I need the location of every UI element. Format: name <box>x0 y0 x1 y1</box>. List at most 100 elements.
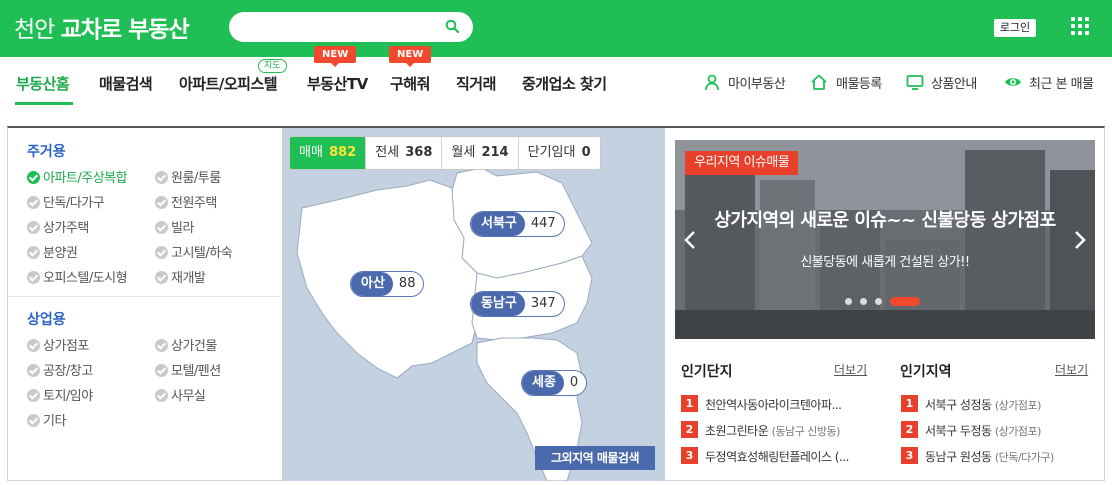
check-icon <box>155 221 168 234</box>
check-icon <box>155 389 168 402</box>
check-icon <box>27 414 40 427</box>
check-icon <box>27 389 40 402</box>
slide-dot[interactable] <box>845 298 852 305</box>
popular-region-item[interactable]: 동남구 원성동 (단독/다가구) <box>925 448 1054 465</box>
category-land[interactable]: 토지/임야 <box>27 385 93 404</box>
register-listing-link[interactable]: 매물등록 <box>836 73 882 92</box>
check-icon <box>155 196 168 209</box>
active-nav-underline <box>15 102 73 105</box>
popular-complex-title: 인기단지 <box>681 364 733 380</box>
nav-realestate-tv[interactable]: 부동산TV <box>307 73 368 94</box>
category-redevelop[interactable]: 재개발 <box>155 267 206 286</box>
site-logo[interactable]: 천안 교차로 부동산 <box>14 10 190 44</box>
category-shop[interactable]: 상가점포 <box>27 335 89 354</box>
rank-badge: 3 <box>681 447 698 464</box>
tab-monthly[interactable]: 월세 214 <box>442 137 519 169</box>
popular-complex-item[interactable]: 두정역효성해링턴플레이스 (... <box>705 448 849 465</box>
slide-dot[interactable] <box>875 298 882 305</box>
popular-region-more-link[interactable]: 더보기 <box>1055 361 1088 378</box>
category-gositel[interactable]: 고시텔/하숙 <box>155 242 233 261</box>
category-oneroom[interactable]: 원룸/투룸 <box>155 167 221 186</box>
tab-short-term[interactable]: 단기임대 0 <box>519 137 600 169</box>
rank-badge: 3 <box>901 447 918 464</box>
nav-realestate-home[interactable]: 부동산홈 <box>16 73 70 94</box>
category-villa[interactable]: 빌라 <box>155 217 194 236</box>
house-icon <box>811 74 827 90</box>
slide-indicator <box>845 297 928 306</box>
region-count: 0 <box>569 375 579 390</box>
region-pin-sejong[interactable]: 세종 0 <box>521 370 588 396</box>
category-divider <box>8 296 280 297</box>
banner-subtitle: 신불당동에 새롭게 건설된 상가!! <box>800 255 970 270</box>
check-icon <box>155 271 168 284</box>
check-icon <box>155 171 168 184</box>
category-factory[interactable]: 공장/창고 <box>27 360 93 379</box>
popular-region-item[interactable]: 서북구 두정동 (상가점포) <box>925 422 1041 439</box>
search-input[interactable] <box>229 12 473 42</box>
category-presale[interactable]: 분양권 <box>27 242 78 261</box>
category-officetel[interactable]: 오피스텔/도시형 <box>27 267 128 286</box>
popular-region-title: 인기지역 <box>900 364 952 380</box>
residential-title: 주거용 <box>27 144 66 160</box>
category-apartment[interactable]: 아파트/주상복합 <box>27 167 128 186</box>
person-icon <box>705 74 719 91</box>
nav-find-for-me[interactable]: 구해줘 <box>390 73 430 94</box>
rank-badge: 2 <box>901 421 918 438</box>
tab-sale[interactable]: 매매 882 <box>290 137 367 169</box>
next-arrow-icon[interactable] <box>1073 230 1087 250</box>
product-info-link[interactable]: 상품안내 <box>931 73 977 92</box>
category-country-house[interactable]: 전원주택 <box>155 192 217 211</box>
slide-dot[interactable] <box>860 298 867 305</box>
app-grid-icon[interactable] <box>1071 17 1089 35</box>
popular-region-item[interactable]: 서북구 성정동 (상가점포) <box>925 396 1041 413</box>
eye-icon <box>1005 78 1021 86</box>
rank-badge: 1 <box>681 395 698 412</box>
region-count: 447 <box>530 216 556 231</box>
check-icon <box>155 246 168 259</box>
banner-title[interactable]: 상가지역의 새로운 이슈~~ 신불당동 상가점포 <box>680 208 1090 234</box>
check-icon <box>27 339 40 352</box>
check-icon <box>27 246 40 259</box>
nav-find-agency[interactable]: 중개업소 찾기 <box>522 73 607 94</box>
monitor-icon <box>906 75 924 90</box>
region-pin-dongnam[interactable]: 동남구 347 <box>470 291 565 317</box>
map-badge: 지도 <box>258 59 287 73</box>
category-shop-building[interactable]: 상가건물 <box>155 335 217 354</box>
logo-brand: 교차로 부동산 <box>60 17 190 43</box>
check-icon <box>27 171 40 184</box>
category-detached[interactable]: 단독/다가구 <box>27 192 105 211</box>
new-badge-find: NEW <box>389 46 432 67</box>
category-motel[interactable]: 모텔/펜션 <box>155 360 221 379</box>
popular-complex-more-link[interactable]: 더보기 <box>834 361 867 378</box>
tab-jeonse[interactable]: 전세 368 <box>366 137 443 169</box>
deal-type-tabs: 매매 882 전세 368 월세 214 단기임대 0 <box>289 136 601 170</box>
other-region-search-button[interactable]: 그외지역 매물검색 <box>535 446 655 470</box>
region-count: 347 <box>530 296 556 311</box>
popular-complex-item[interactable]: 천안역사동아라이크텐아파... <box>705 396 842 413</box>
category-shop-house[interactable]: 상가주택 <box>27 217 89 236</box>
slide-dot-active[interactable] <box>890 297 920 306</box>
check-icon <box>27 364 40 377</box>
popular-complex-item[interactable]: 초원그린타운 (동남구 신방동) <box>705 422 840 439</box>
nav-apartment-officetel[interactable]: 아파트/오피스텔 <box>179 73 278 94</box>
region-name: 서북구 <box>471 212 525 236</box>
recent-listings-link[interactable]: 최근 본 매물 <box>1029 73 1094 92</box>
my-realestate-link[interactable]: 마이부동산 <box>728 73 786 92</box>
prev-arrow-icon[interactable] <box>683 230 697 250</box>
check-icon <box>27 196 40 209</box>
nav-direct-trade[interactable]: 직거래 <box>456 73 496 94</box>
login-button[interactable]: 로그인 <box>994 19 1036 37</box>
check-icon <box>155 364 168 377</box>
check-icon <box>27 271 40 284</box>
category-office[interactable]: 사무실 <box>155 385 206 404</box>
region-pin-seobuk[interactable]: 서북구 447 <box>470 211 565 237</box>
check-icon <box>27 221 40 234</box>
region-count: 88 <box>398 276 416 291</box>
category-etc[interactable]: 기타 <box>27 410 66 429</box>
search-icon[interactable] <box>445 19 459 33</box>
region-pin-asan[interactable]: 아산 88 <box>350 271 425 297</box>
issue-tag: 우리지역 이슈매물 <box>685 151 799 175</box>
logo-prefix: 천안 <box>14 17 55 43</box>
nav-listing-search[interactable]: 매물검색 <box>99 73 153 94</box>
region-name: 세종 <box>522 371 564 395</box>
